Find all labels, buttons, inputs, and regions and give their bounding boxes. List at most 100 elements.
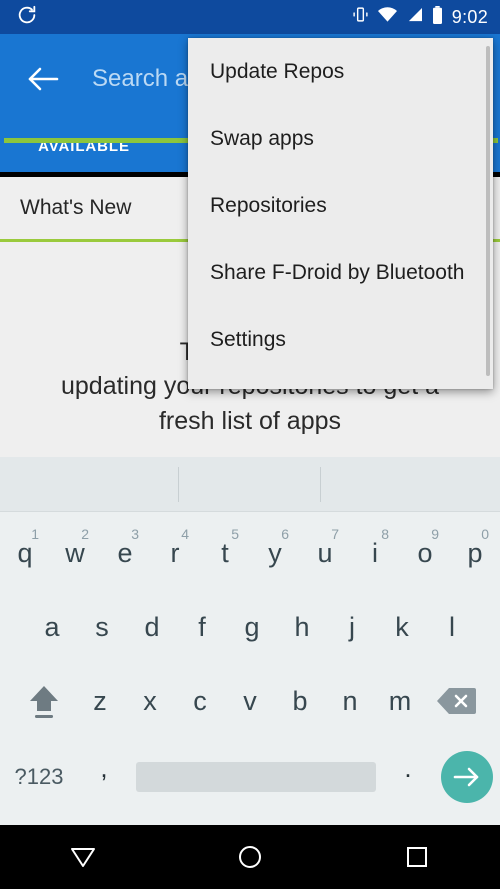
key-label: o bbox=[417, 537, 433, 568]
key-h[interactable]: h bbox=[277, 594, 327, 660]
comma-key-label: , bbox=[100, 752, 108, 783]
suggestion-divider bbox=[178, 467, 179, 502]
status-bar-right: 9:02 bbox=[352, 5, 500, 29]
key-r[interactable]: 4 r bbox=[150, 520, 200, 586]
refresh-icon bbox=[16, 4, 38, 31]
status-bar: 9:02 bbox=[0, 0, 500, 34]
menu-item-label: Repositories bbox=[210, 193, 327, 217]
keyboard-row-3: z x c v b n m bbox=[0, 664, 500, 738]
key-c[interactable]: c bbox=[175, 668, 225, 734]
shift-icon bbox=[30, 686, 58, 718]
suggestion-strip[interactable] bbox=[0, 457, 500, 512]
key-n[interactable]: n bbox=[325, 668, 375, 734]
comma-key[interactable]: , bbox=[78, 753, 130, 802]
key-a[interactable]: a bbox=[27, 594, 77, 660]
key-label: f bbox=[198, 611, 206, 642]
period-key-label: . bbox=[404, 752, 412, 783]
key-label: p bbox=[467, 537, 483, 568]
menu-item-update-repos[interactable]: Update Repos bbox=[188, 38, 493, 105]
menu-item-label: Swap apps bbox=[210, 126, 314, 150]
key-label: m bbox=[388, 685, 412, 716]
keyboard-row-1: 1 q 2 w 3 e 4 r 5 t 6 y 7 u 8 i 9 o 0 p bbox=[0, 516, 500, 590]
status-bar-left bbox=[0, 4, 38, 31]
key-label: w bbox=[65, 537, 85, 568]
key-u[interactable]: 7 u bbox=[300, 520, 350, 586]
key-hint: 7 bbox=[331, 526, 339, 542]
phone-screen: 9:02 Search a AVAILABLE What's New updat… bbox=[0, 0, 500, 889]
key-hint: 9 bbox=[431, 526, 439, 542]
keyboard-row-4: ?123 , . bbox=[0, 738, 500, 816]
backspace-key[interactable] bbox=[425, 668, 487, 734]
key-w[interactable]: 2 w bbox=[50, 520, 100, 586]
key-label: b bbox=[292, 685, 308, 716]
nav-home-button[interactable] bbox=[167, 845, 334, 869]
battery-icon bbox=[432, 5, 443, 29]
key-o[interactable]: 9 o bbox=[400, 520, 450, 586]
menu-item-swap-apps[interactable]: Swap apps bbox=[188, 105, 493, 172]
key-label: s bbox=[95, 611, 109, 642]
menu-item-share-fdroid-bluetooth[interactable]: Share F-Droid by Bluetooth bbox=[188, 239, 493, 306]
menu-item-settings[interactable]: Settings bbox=[188, 306, 493, 373]
enter-key[interactable] bbox=[434, 751, 500, 803]
search-placeholder-text: Search a bbox=[92, 65, 189, 92]
key-b[interactable]: b bbox=[275, 668, 325, 734]
key-e[interactable]: 3 e bbox=[100, 520, 150, 586]
key-label: c bbox=[193, 685, 207, 716]
key-t[interactable]: 5 t bbox=[200, 520, 250, 586]
key-f[interactable]: f bbox=[177, 594, 227, 660]
key-label: a bbox=[44, 611, 60, 642]
key-s[interactable]: s bbox=[77, 594, 127, 660]
backspace-icon bbox=[437, 688, 476, 714]
key-label: n bbox=[342, 685, 358, 716]
key-label: t bbox=[221, 537, 229, 568]
arrow-right-icon bbox=[453, 767, 479, 787]
key-label: h bbox=[294, 611, 310, 642]
space-key[interactable] bbox=[136, 762, 376, 792]
key-hint: 5 bbox=[231, 526, 239, 542]
key-label: u bbox=[317, 537, 333, 568]
tab-available[interactable]: AVAILABLE bbox=[0, 124, 168, 168]
wifi-icon bbox=[377, 7, 397, 27]
key-p[interactable]: 0 p bbox=[450, 520, 500, 586]
key-hint: 3 bbox=[131, 526, 139, 542]
symbols-key[interactable]: ?123 bbox=[0, 764, 78, 790]
key-i[interactable]: 8 i bbox=[350, 520, 400, 586]
home-nav-icon bbox=[239, 846, 261, 868]
empty-state-line3: fresh list of apps bbox=[158, 406, 342, 435]
period-key[interactable]: . bbox=[382, 753, 434, 802]
keyboard-row-2: a s d f g h j k l bbox=[0, 590, 500, 664]
recents-nav-icon bbox=[406, 847, 427, 867]
key-v[interactable]: v bbox=[225, 668, 275, 734]
nav-recents-button[interactable] bbox=[333, 846, 500, 868]
key-hint: 8 bbox=[381, 526, 389, 542]
key-d[interactable]: d bbox=[127, 594, 177, 660]
key-l[interactable]: l bbox=[427, 594, 477, 660]
enter-key-circle bbox=[441, 751, 493, 803]
key-hint: 2 bbox=[81, 526, 89, 542]
key-label: x bbox=[143, 685, 157, 716]
key-z[interactable]: z bbox=[75, 668, 125, 734]
key-k[interactable]: k bbox=[377, 594, 427, 660]
on-screen-keyboard: 1 q 2 w 3 e 4 r 5 t 6 y 7 u 8 i 9 o 0 p … bbox=[0, 457, 500, 825]
key-label: q bbox=[17, 537, 33, 568]
key-m[interactable]: m bbox=[375, 668, 425, 734]
nav-back-button[interactable] bbox=[0, 846, 167, 868]
back-button[interactable] bbox=[14, 50, 72, 108]
key-label: z bbox=[93, 685, 107, 716]
shift-key[interactable] bbox=[13, 668, 75, 734]
key-x[interactable]: x bbox=[125, 668, 175, 734]
key-label: e bbox=[117, 537, 133, 568]
key-label: j bbox=[349, 611, 355, 642]
key-hint: 1 bbox=[31, 526, 39, 542]
key-j[interactable]: j bbox=[327, 594, 377, 660]
key-q[interactable]: 1 q bbox=[0, 520, 50, 586]
menu-item-repositories[interactable]: Repositories bbox=[188, 172, 493, 239]
key-label: k bbox=[395, 611, 409, 642]
keyboard-rows: 1 q 2 w 3 e 4 r 5 t 6 y 7 u 8 i 9 o 0 p … bbox=[0, 512, 500, 816]
key-g[interactable]: g bbox=[227, 594, 277, 660]
symbols-key-label: ?123 bbox=[14, 764, 64, 789]
menu-scrollbar[interactable] bbox=[486, 46, 490, 376]
key-y[interactable]: 6 y bbox=[250, 520, 300, 586]
vibrate-icon bbox=[352, 6, 369, 28]
system-navigation-bar bbox=[0, 825, 500, 889]
